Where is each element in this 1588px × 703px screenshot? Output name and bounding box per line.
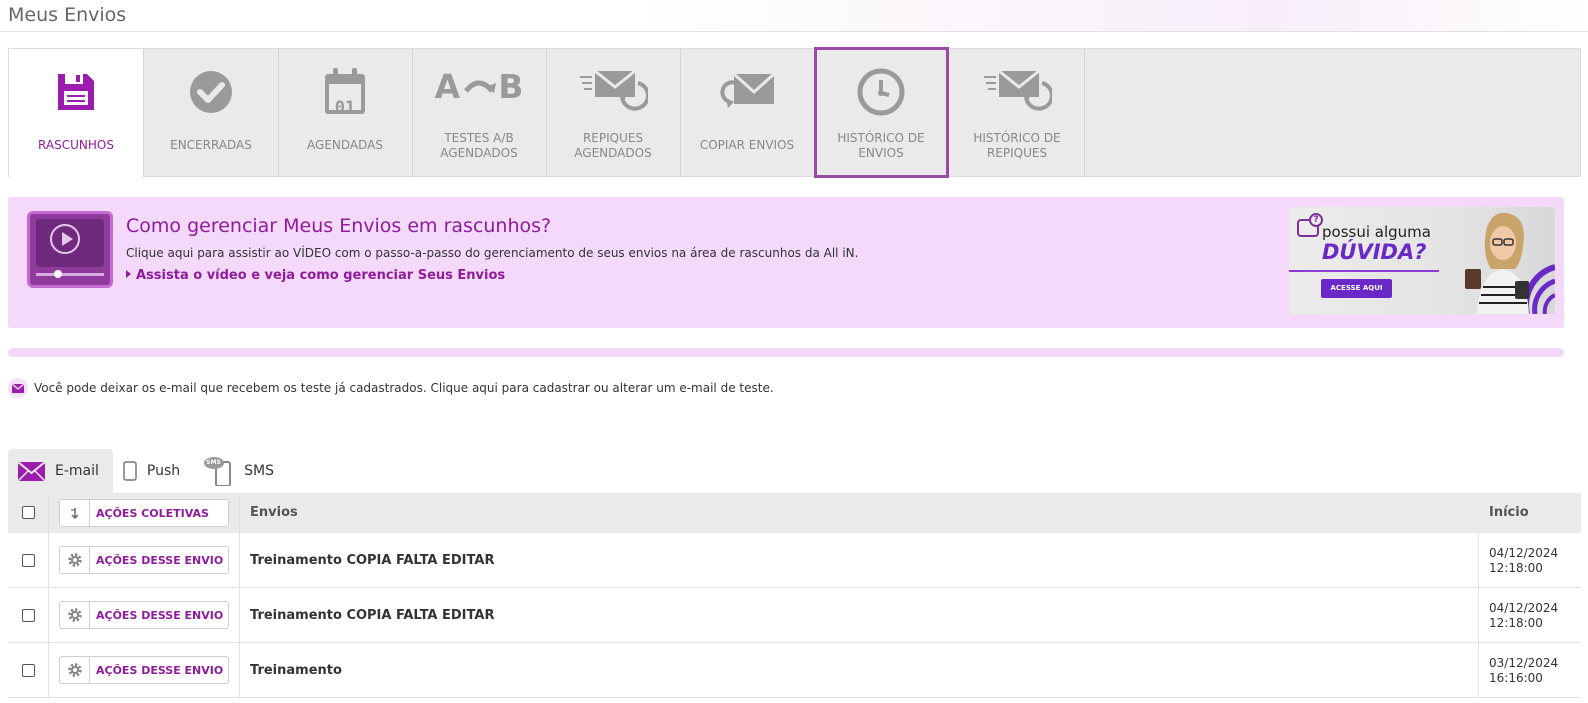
repique-envelope-icon	[546, 65, 680, 115]
watch-video-link[interactable]: Assista o vídeo e veja como gerenciar Se…	[126, 268, 505, 283]
tab-label: ENCERRADAS	[170, 138, 252, 152]
test-email-notice: Você pode deixar os e-mail que recebem o…	[8, 378, 774, 398]
tab-label: HISTÓRICO DE ENVIOS	[837, 131, 925, 160]
video-play-thumbnail[interactable]	[27, 211, 113, 288]
gear-icon	[60, 547, 90, 573]
envio-name[interactable]: Treinamento COPIA FALTA EDITAR	[250, 553, 494, 568]
floppy-disk-icon	[9, 67, 143, 117]
row-checkbox[interactable]	[22, 664, 35, 677]
video-tutorial-banner: Como gerenciar Meus Envios em rascunhos?…	[8, 197, 1564, 328]
banner-description[interactable]: Clique aqui para assistir ao VÍDEO com o…	[126, 246, 858, 260]
check-circle-icon	[144, 67, 278, 117]
status-tabs-bar: RASCUNHOS ENCERRADAS 01 AGENDADAS A B TE…	[8, 47, 1581, 178]
caret-right-icon	[126, 270, 131, 278]
tab-testes-ab-agendados[interactable]: A B TESTES A/B AGENDADOS	[412, 49, 547, 177]
tab-repiques-agendados[interactable]: REPIQUES AGENDADOS	[546, 49, 681, 177]
select-all-checkbox[interactable]	[22, 506, 35, 519]
play-icon	[50, 224, 80, 254]
woman-with-phone-illustration	[1465, 212, 1555, 314]
tab-email[interactable]: E-mail	[8, 449, 113, 493]
envio-start-date: 04/12/2024 12:18:00	[1489, 546, 1559, 575]
help-ad-banner[interactable]: ? possui alguma DÚVIDA? ACESSE AQUI	[1289, 207, 1555, 314]
bulk-actions-button[interactable]: AÇÕES COLETIVAS	[59, 499, 229, 527]
page-title: Meus Envios	[8, 4, 127, 26]
page-header: Meus Envios	[0, 0, 1588, 32]
banner-title: Como gerenciar Meus Envios em rascunhos?	[126, 215, 552, 237]
help-ad-line1: possui alguma	[1322, 223, 1431, 241]
tab-sms-label: SMS	[244, 463, 275, 479]
clock-icon	[814, 67, 948, 117]
row-checkbox[interactable]	[22, 554, 35, 567]
column-header-envios[interactable]: Envios	[250, 505, 298, 520]
test-email-notice-text[interactable]: Você pode deixar os e-mail que recebem o…	[34, 381, 774, 395]
envio-start-date: 04/12/2024 12:18:00	[1489, 601, 1559, 630]
tab-label: HISTÓRICO DE REPIQUES	[973, 131, 1061, 160]
row-checkbox[interactable]	[22, 609, 35, 622]
envio-name[interactable]: Treinamento	[250, 663, 342, 678]
tab-copiar-envios[interactable]: COPIAR ENVIOS	[680, 49, 815, 177]
envelope-icon	[8, 378, 28, 398]
tab-push-label: Push	[146, 463, 181, 479]
table-header-row: AÇÕES COLETIVAS Envios Início	[8, 493, 1581, 533]
envelope-icon	[18, 461, 45, 481]
channel-tabs: E-mail Push SMS SMS	[8, 449, 288, 493]
calendar-icon: 01	[278, 67, 412, 118]
calendar-day-text: 01	[334, 98, 356, 118]
mobile-icon	[123, 461, 137, 481]
tab-sms[interactable]: SMS SMS	[194, 449, 288, 493]
tab-label: TESTES A/B AGENDADOS	[440, 131, 518, 160]
gear-icon	[60, 602, 90, 628]
envio-start-date: 03/12/2024 16:16:00	[1489, 656, 1559, 685]
tab-email-label: E-mail	[55, 463, 99, 479]
tab-historico-de-repiques[interactable]: HISTÓRICO DE REPIQUES	[950, 49, 1085, 177]
help-ad-line2: DÚVIDA?	[1322, 240, 1427, 264]
tab-historico-de-envios[interactable]: HISTÓRICO DE ENVIOS	[814, 47, 949, 178]
tab-push[interactable]: Push	[113, 449, 194, 493]
row-actions-button[interactable]: AÇÕES DESSE ENVIO	[59, 601, 229, 629]
tab-encerradas[interactable]: ENCERRADAS	[144, 49, 279, 177]
sms-phone-icon: SMS	[204, 456, 234, 486]
tab-label: REPIQUES AGENDADOS	[574, 131, 652, 160]
table-row: AÇÕES DESSE ENVIO Treinamento COPIA FALT…	[8, 533, 1581, 588]
tab-agendadas[interactable]: 01 AGENDADAS	[278, 49, 413, 177]
row-actions-button[interactable]: AÇÕES DESSE ENVIO	[59, 546, 229, 574]
column-header-inicio[interactable]: Início	[1489, 505, 1529, 520]
table-row: AÇÕES DESSE ENVIO Treinamento COPIA FALT…	[8, 588, 1581, 643]
tab-label: RASCUNHOS	[38, 138, 114, 152]
row-actions-button[interactable]: AÇÕES DESSE ENVIO	[59, 656, 229, 684]
table-row: AÇÕES DESSE ENVIO Treinamento 03/12/2024…	[8, 643, 1581, 698]
arrow-down-icon	[60, 500, 90, 526]
envio-name[interactable]: Treinamento COPIA FALTA EDITAR	[250, 608, 494, 623]
copy-envelope-icon	[680, 65, 814, 115]
tab-label: AGENDADAS	[307, 138, 383, 152]
repique-envelope-icon	[950, 65, 1084, 115]
tab-rascunhos[interactable]: RASCUNHOS	[9, 49, 144, 177]
divider-bar	[8, 348, 1564, 357]
gear-icon	[60, 657, 90, 683]
help-ad-cta-button[interactable]: ACESSE AQUI	[1321, 279, 1392, 298]
tab-label: COPIAR ENVIOS	[699, 138, 795, 152]
ab-test-icon: A B	[434, 66, 524, 106]
